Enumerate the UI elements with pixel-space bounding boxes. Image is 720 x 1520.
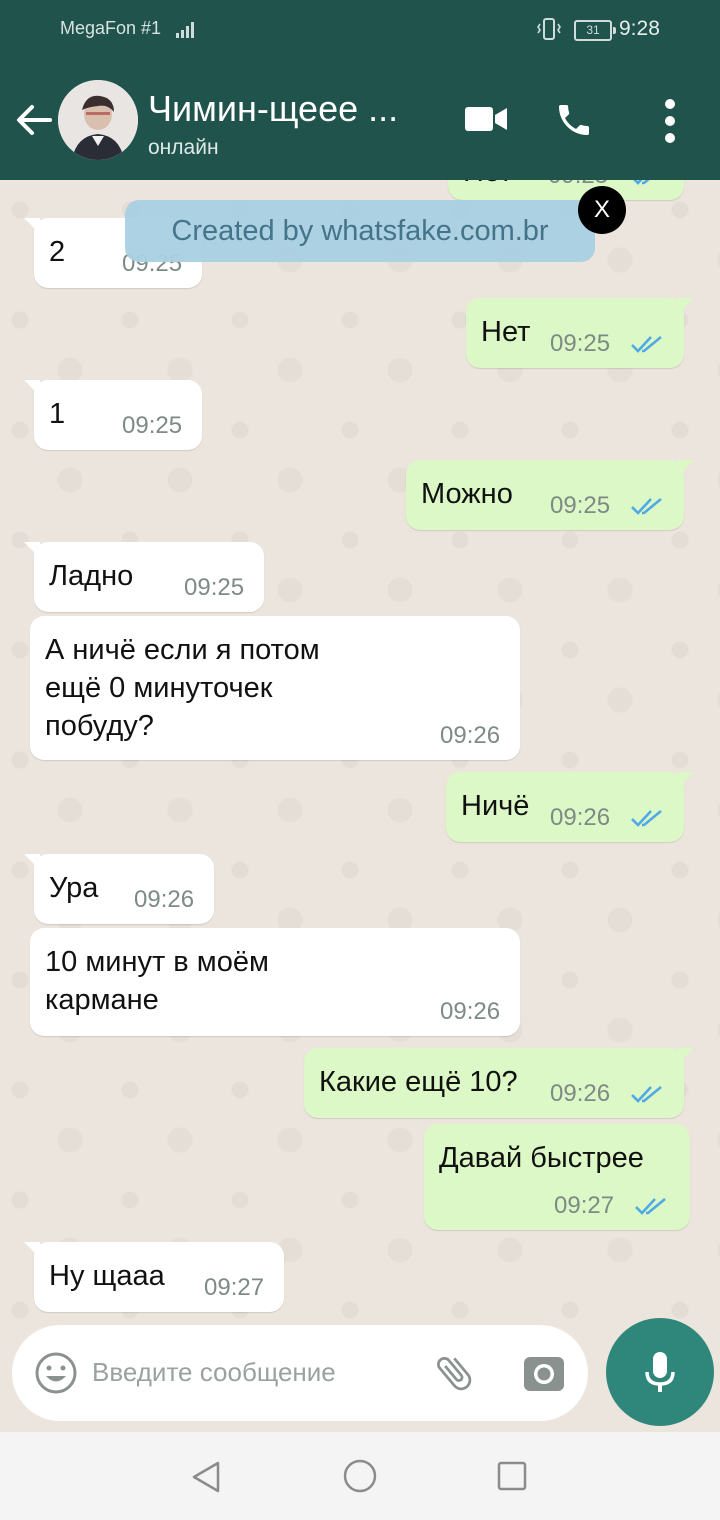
- emoji-icon[interactable]: [34, 1351, 78, 1395]
- message-time: 09:25: [184, 574, 245, 601]
- message-text: 1: [49, 398, 66, 430]
- status-bar: MegaFon #1 31 9:28: [0, 0, 720, 60]
- avatar[interactable]: [58, 80, 138, 160]
- message-text: Можно: [421, 478, 513, 510]
- message-incoming[interactable]: Ну щааа 09:27: [24, 1242, 284, 1312]
- contact-name[interactable]: Чимин-щеее ...: [148, 88, 398, 130]
- message-text: Ну щааа: [49, 1260, 165, 1292]
- signal-icon: [176, 22, 194, 38]
- message-time: 09:26: [134, 886, 195, 913]
- message-text: Ура: [49, 872, 99, 904]
- message-text-line: 10 минут в моём: [45, 946, 269, 978]
- bubble-tail: [24, 218, 40, 234]
- chat-area[interactable]: Нет 09:25 2 09:25 Нет 09:25 1 09:25 Можн…: [0, 180, 720, 1320]
- system-nav-bar: [0, 1432, 720, 1520]
- bubble-tail: [678, 460, 694, 476]
- battery-icon: 31: [574, 20, 616, 41]
- message-input-bar[interactable]: Введите сообщение: [12, 1325, 588, 1421]
- message-incoming[interactable]: Ура 09:26: [24, 854, 214, 924]
- message-time: 09:25: [122, 412, 183, 439]
- message-outgoing[interactable]: Нет 09:25: [466, 298, 694, 368]
- message-time: 09:27: [204, 1274, 265, 1301]
- back-arrow-icon[interactable]: [14, 102, 54, 138]
- bubble-tail: [24, 854, 40, 870]
- contact-status: онлайн: [148, 136, 219, 159]
- bubble-tail: [678, 772, 694, 788]
- message-incoming[interactable]: 10 минут в моём кармане 09:26: [30, 928, 520, 1036]
- message-text: Ничё: [461, 790, 530, 822]
- message-outgoing[interactable]: Давай быстрее 09:27: [424, 1124, 690, 1230]
- message-time: 09:26: [550, 804, 611, 831]
- message-text: 2: [49, 236, 66, 268]
- message-time: 09:26: [550, 1080, 611, 1107]
- mic-button[interactable]: [606, 1318, 714, 1426]
- attach-icon[interactable]: [432, 1351, 476, 1395]
- message-time: 09:25: [550, 330, 611, 357]
- message-text-line: побуду?: [45, 710, 154, 742]
- mic-icon: [645, 1352, 675, 1392]
- video-call-icon[interactable]: [465, 105, 507, 133]
- message-text: Ладно: [49, 560, 134, 592]
- chat-header: Чимин-щеее ... онлайн: [0, 60, 720, 180]
- phone-icon[interactable]: [554, 100, 594, 140]
- message-time: 09:26: [440, 998, 501, 1025]
- message-text-line: кармане: [45, 984, 159, 1016]
- message-incoming[interactable]: 1 09:25: [24, 380, 202, 450]
- message-incoming[interactable]: А ничё если я потом ещё 0 минуточек побу…: [30, 616, 520, 760]
- message-outgoing[interactable]: Какие ещё 10? 09:26: [304, 1048, 694, 1118]
- camera-icon[interactable]: [522, 1351, 566, 1395]
- message-text: Нет: [463, 180, 512, 191]
- vibrate-icon: [537, 18, 561, 40]
- bubble-tail: [24, 380, 40, 396]
- carrier-name: MegaFon #1: [60, 18, 162, 38]
- double-check-icon: [631, 497, 662, 515]
- bubble-tail: [678, 1048, 694, 1064]
- message-outgoing[interactable]: Можно 09:25: [406, 460, 694, 530]
- double-check-icon: [633, 180, 650, 185]
- message-text-line: А ничё если я потом: [45, 634, 320, 666]
- nav-recents-icon[interactable]: [497, 1461, 527, 1491]
- more-vert-icon[interactable]: [660, 98, 680, 144]
- watermark-banner: Created by whatsfake.com.br: [125, 200, 595, 262]
- message-text: Какие ещё 10?: [319, 1066, 518, 1098]
- status-time: 9:28: [619, 17, 660, 40]
- message-outgoing[interactable]: Ничё 09:26: [446, 772, 694, 842]
- message-input[interactable]: Введите сообщение: [92, 1357, 336, 1388]
- nav-back-icon[interactable]: [190, 1460, 222, 1494]
- message-time: 09:25: [550, 492, 611, 519]
- message-outgoing[interactable]: Нет 09:25: [448, 180, 684, 200]
- message-text-line: ещё 0 минуточек: [45, 672, 273, 704]
- double-check-icon: [635, 1197, 666, 1215]
- double-check-icon: [631, 1085, 662, 1103]
- avatar-photo: [58, 80, 138, 160]
- message-time: 09:26: [440, 722, 501, 749]
- bubble-tail: [24, 1242, 40, 1258]
- message-time: 09:27: [554, 1192, 615, 1219]
- message-incoming[interactable]: Ладно 09:25: [24, 542, 264, 612]
- double-check-icon: [631, 809, 662, 827]
- message-text: Давай быстрее: [439, 1142, 644, 1174]
- watermark-close-button[interactable]: X: [578, 186, 626, 234]
- bubble-tail: [24, 542, 40, 558]
- nav-home-icon[interactable]: [343, 1459, 377, 1493]
- message-text: Нет: [481, 316, 531, 348]
- bubble-tail: [678, 298, 694, 314]
- double-check-icon: [631, 335, 662, 353]
